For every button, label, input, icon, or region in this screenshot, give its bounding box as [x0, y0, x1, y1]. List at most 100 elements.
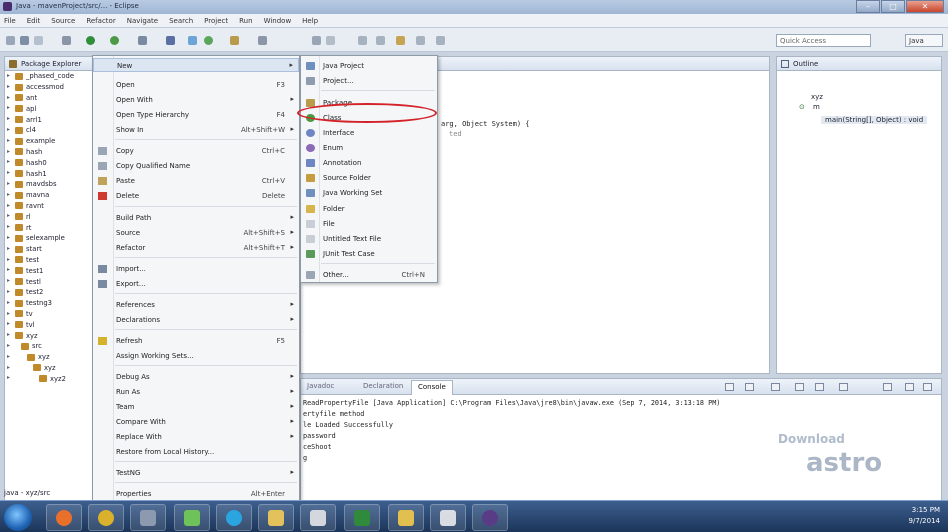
menu-run[interactable]: Run	[239, 17, 252, 25]
expand-arrow-icon[interactable]: ▸	[7, 158, 10, 165]
outline-tab[interactable]: Outline	[777, 57, 941, 71]
menu-item-open[interactable]: Open F3	[93, 78, 299, 92]
annotation-prev-icon[interactable]	[376, 36, 385, 45]
clear-console-icon[interactable]	[771, 383, 780, 391]
new-source-folder[interactable]: Source Folder	[301, 171, 437, 185]
project-tree-item[interactable]: ▸ xyz	[5, 352, 93, 363]
minimize-button[interactable]: –	[856, 0, 880, 13]
new-annotation[interactable]: Annotation	[301, 156, 437, 170]
toggle-block-icon[interactable]	[326, 36, 335, 45]
remove-launch-icon[interactable]	[745, 383, 754, 391]
expand-arrow-icon[interactable]: ▸	[7, 169, 10, 176]
menu-item-import[interactable]: Import...	[93, 262, 299, 276]
project-tree-item[interactable]: ▸ xyz	[5, 363, 93, 374]
project-tree-item[interactable]: ▸ mavdsbs	[5, 179, 93, 190]
menu-item-declarations[interactable]: Declarations ▸	[93, 313, 299, 327]
project-tree-item[interactable]: ▸ rl	[5, 211, 93, 222]
menu-help[interactable]: Help	[302, 17, 318, 25]
scroll-lock-icon[interactable]	[795, 383, 804, 391]
menu-item-delete[interactable]: Delete Delete	[93, 189, 299, 203]
menu-refactor[interactable]: Refactor	[86, 17, 115, 25]
expand-arrow-icon[interactable]: ▸	[7, 288, 10, 295]
start-button[interactable]	[4, 504, 32, 531]
expand-arrow-icon[interactable]: ▸	[7, 180, 10, 187]
run-icon[interactable]	[86, 36, 95, 45]
taskbar-skype[interactable]	[216, 504, 252, 531]
expand-arrow-icon[interactable]: ▸	[7, 212, 10, 219]
menu-item-compare-with[interactable]: Compare With ▸	[93, 415, 299, 429]
open-console-icon[interactable]	[883, 383, 892, 391]
menu-project[interactable]: Project	[204, 17, 228, 25]
system-tray-clock[interactable]: 3:15 PM 9/7/2014	[909, 505, 940, 527]
project-tree-item[interactable]: ▸ cl4	[5, 125, 93, 136]
expand-arrow-icon[interactable]: ▸	[7, 234, 10, 241]
run-dropdown-icon[interactable]	[110, 36, 119, 45]
pin-console-icon[interactable]	[815, 383, 824, 391]
taskbar-hands[interactable]	[174, 504, 210, 531]
expand-arrow-icon[interactable]: ▸	[7, 299, 10, 306]
menu-item-run-as[interactable]: Run As ▸	[93, 385, 299, 399]
expand-arrow-icon[interactable]: ▸	[7, 353, 10, 360]
project-tree-item[interactable]: ▸ tv	[5, 309, 93, 320]
new-package-icon[interactable]	[188, 36, 197, 45]
menu-item-show-in[interactable]: Show In Alt+Shift+W ▸	[93, 123, 299, 137]
menu-item-new[interactable]: New ▸	[93, 58, 299, 72]
expand-arrow-icon[interactable]: ▸	[7, 320, 10, 327]
new-folder[interactable]: Folder	[301, 202, 437, 216]
taskbar-notes[interactable]	[430, 504, 466, 531]
taskbar-vm[interactable]	[130, 504, 166, 531]
package-explorer-tab[interactable]: Package Explorer	[5, 57, 93, 71]
expand-arrow-icon[interactable]: ▸	[7, 310, 10, 317]
project-tree-item[interactable]: ▸ ravnt	[5, 201, 93, 212]
menu-item-replace-with[interactable]: Replace With ▸	[93, 430, 299, 444]
new-untitled-text-file[interactable]: Untitled Text File	[301, 232, 437, 246]
menu-item-references[interactable]: References ▸	[93, 298, 299, 312]
taskbar-firefox[interactable]	[46, 504, 82, 531]
expand-arrow-icon[interactable]: ▸	[7, 94, 10, 101]
search-icon[interactable]	[258, 36, 267, 45]
new-class[interactable]: Class	[301, 111, 437, 125]
tab-declaration[interactable]: Declaration	[363, 382, 403, 390]
expand-arrow-icon[interactable]: ▸	[7, 83, 10, 90]
open-type-icon[interactable]	[230, 36, 239, 45]
new-java-working-set[interactable]: Java Working Set	[301, 186, 437, 200]
project-tree-item[interactable]: ▸ example	[5, 136, 93, 147]
menu-item-assign-working-sets[interactable]: Assign Working Sets...	[93, 349, 299, 363]
project-tree-item[interactable]: ▸ arrl1	[5, 114, 93, 125]
project-tree-item[interactable]: ▸ test	[5, 255, 93, 266]
project-tree-item[interactable]: ▸ testng3	[5, 298, 93, 309]
project-tree-item[interactable]: ▸ _phased_code	[5, 71, 93, 82]
expand-arrow-icon[interactable]: ▸	[7, 364, 10, 371]
toggle-mark-icon[interactable]	[312, 36, 321, 45]
external-tools-icon[interactable]	[138, 36, 147, 45]
menu-item-restore-local-history[interactable]: Restore from Local History...	[93, 445, 299, 459]
print-icon[interactable]	[34, 36, 43, 45]
expand-arrow-icon[interactable]: ▸	[7, 126, 10, 133]
menu-item-copy-qualified-name[interactable]: Copy Qualified Name	[93, 159, 299, 173]
expand-arrow-icon[interactable]: ▸	[7, 72, 10, 79]
display-console-icon[interactable]	[839, 383, 848, 391]
new-file[interactable]: File	[301, 217, 437, 231]
new-interface[interactable]: Interface	[301, 126, 437, 140]
expand-arrow-icon[interactable]: ▸	[7, 266, 10, 273]
menu-item-copy[interactable]: Copy Ctrl+C	[93, 144, 299, 158]
new-class-icon[interactable]	[204, 36, 213, 45]
expand-arrow-icon[interactable]: ▸	[7, 256, 10, 263]
new-project[interactable]: Project...	[301, 74, 437, 88]
expand-arrow-icon[interactable]: ▸	[7, 331, 10, 338]
menu-item-testng[interactable]: TestNG ▸	[93, 466, 299, 480]
project-tree-item[interactable]: ▸ accessmod	[5, 82, 93, 93]
project-tree-item[interactable]: ▸ tvl	[5, 319, 93, 330]
last-edit-icon[interactable]	[396, 36, 405, 45]
java-perspective-button[interactable]: Java	[905, 34, 943, 47]
expand-arrow-icon[interactable]: ▸	[7, 245, 10, 252]
expand-arrow-icon[interactable]: ▸	[7, 202, 10, 209]
quick-access-input[interactable]: Quick Access	[776, 34, 871, 47]
menu-item-refresh[interactable]: Refresh F5	[93, 334, 299, 348]
new-java-project[interactable]: Java Project	[301, 59, 437, 73]
menu-edit[interactable]: Edit	[27, 17, 41, 25]
annotation-next-icon[interactable]	[358, 36, 367, 45]
outline-item-class[interactable]: m	[813, 103, 820, 111]
taskbar-explorer[interactable]	[388, 504, 424, 531]
taskbar-mail[interactable]	[300, 504, 336, 531]
